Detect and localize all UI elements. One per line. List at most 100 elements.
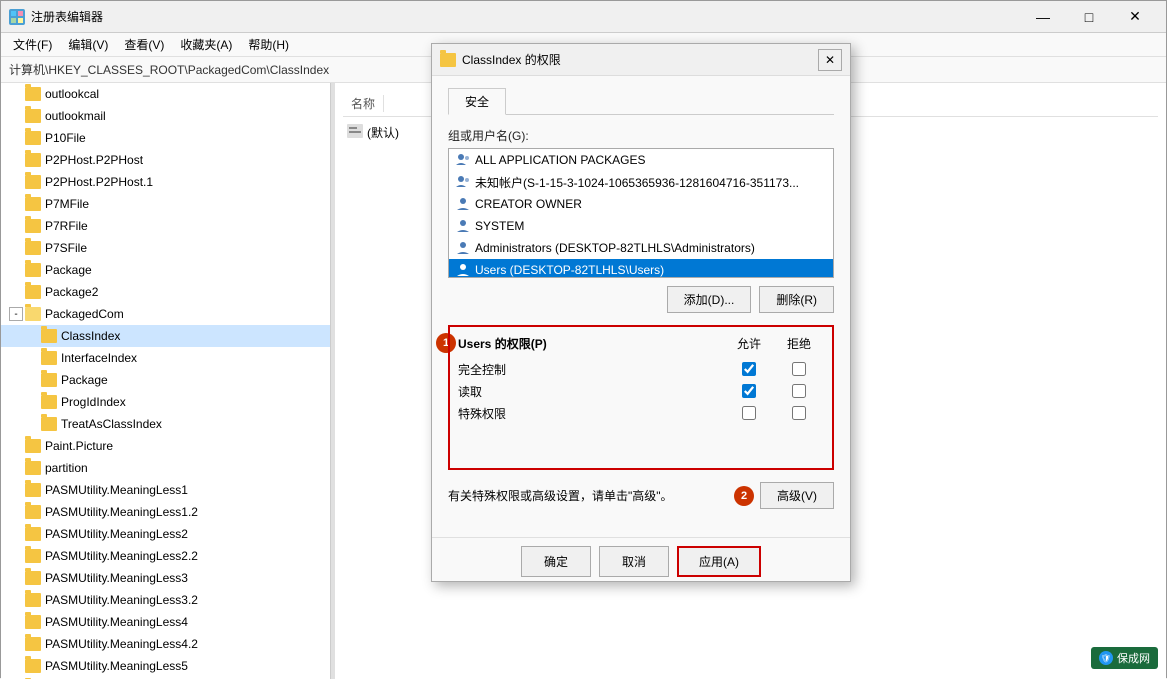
tree-item-classindex[interactable]: ClassIndex [1, 325, 330, 347]
user-item-administrators[interactable]: Administrators (DESKTOP-82TLHLS\Administ… [449, 237, 833, 259]
minimize-button[interactable]: — [1020, 1, 1066, 33]
user-icon [455, 240, 471, 256]
tree-item-pasm3[interactable]: PASMUtility.MeaningLess3 [1, 567, 330, 589]
perm-row-read: 读取 [458, 380, 824, 402]
menu-favorites[interactable]: 收藏夹(A) [172, 34, 240, 55]
user-action-buttons: 添加(D)... 删除(R) [448, 286, 834, 313]
user-label: Users (DESKTOP-82TLHLS\Users) [475, 263, 664, 277]
permissions-title: Users 的权限(P) [458, 335, 724, 352]
special-deny-input[interactable] [792, 406, 806, 420]
read-deny-checkbox[interactable] [774, 384, 824, 398]
dialog-folder-icon [440, 53, 456, 67]
folder-icon [25, 175, 41, 189]
apply-button[interactable]: 应用(A) [677, 546, 761, 577]
tree-item-pasm12[interactable]: PASMUtility.MeaningLess1.2 [1, 501, 330, 523]
user-item-all-app-packages[interactable]: ALL APPLICATION PACKAGES [449, 149, 833, 171]
cancel-button[interactable]: 取消 [599, 546, 669, 577]
user-label: 未知帐户(S-1-15-3-1024-1065365936-1281604716… [475, 174, 799, 191]
dialog-close-button[interactable]: ✕ [818, 49, 842, 71]
tree-item-p7mfile[interactable]: P7MFile [1, 193, 330, 215]
user-icon [455, 218, 471, 234]
tree-item-pasm2[interactable]: PASMUtility.MeaningLess2 [1, 523, 330, 545]
user-item-creator-owner[interactable]: CREATOR OWNER [449, 193, 833, 215]
dialog-tabs: 安全 [448, 88, 834, 115]
user-label: CREATOR OWNER [475, 197, 582, 211]
window-controls: — □ ✕ [1020, 1, 1158, 33]
special-allow-checkbox[interactable] [724, 406, 774, 420]
menu-help[interactable]: 帮助(H) [240, 34, 297, 55]
watermark-shield-icon: 🛡 [1099, 651, 1113, 665]
folder-icon [41, 329, 57, 343]
folder-icon [25, 527, 41, 541]
group-icon [455, 152, 471, 168]
tree-item-pasm1[interactable]: PASMUtility.MeaningLess1 [1, 479, 330, 501]
tree-item-package-child[interactable]: Package [1, 369, 330, 391]
read-allow-input[interactable] [742, 384, 756, 398]
special-allow-input[interactable] [742, 406, 756, 420]
fullcontrol-allow-input[interactable] [742, 362, 756, 376]
user-item-unknown[interactable]: 未知帐户(S-1-15-3-1024-1065365936-1281604716… [449, 171, 833, 193]
ok-button[interactable]: 确定 [521, 546, 591, 577]
tree-item-pasm5[interactable]: PASMUtility.MeaningLess5 [1, 655, 330, 677]
menu-file[interactable]: 文件(F) [5, 34, 60, 55]
tree-item-package[interactable]: Package [1, 259, 330, 281]
badge-2: 2 [734, 486, 754, 506]
perm-row-fullcontrol: 完全控制 [458, 358, 824, 380]
read-allow-checkbox[interactable] [724, 384, 774, 398]
user-item-users[interactable]: Users (DESKTOP-82TLHLS\Users) [449, 259, 833, 278]
tree-item-interfaceindex[interactable]: InterfaceIndex [1, 347, 330, 369]
tree-item-pasm42[interactable]: PASMUtility.MeaningLess4.2 [1, 633, 330, 655]
tree-item-pasm32[interactable]: PASMUtility.MeaningLess3.2 [1, 589, 330, 611]
maximize-button[interactable]: □ [1066, 1, 1112, 33]
folder-icon [25, 571, 41, 585]
expand-icon[interactable]: - [9, 307, 23, 321]
tree-item-p7rfile[interactable]: P7RFile [1, 215, 330, 237]
tree-item-p2phost[interactable]: P2PHost.P2PHost [1, 149, 330, 171]
folder-icon [25, 593, 41, 607]
tree-item-p10file[interactable]: P10File [1, 127, 330, 149]
special-deny-checkbox[interactable] [774, 406, 824, 420]
remove-button[interactable]: 删除(R) [759, 286, 834, 313]
dialog-footer: 确定 取消 应用(A) [432, 537, 850, 581]
tree-item-treatasclassindex[interactable]: TreatAsClassIndex [1, 413, 330, 435]
tree-item-packagedcom[interactable]: - PackagedCom [1, 303, 330, 325]
close-button[interactable]: ✕ [1112, 1, 1158, 33]
tab-security[interactable]: 安全 [448, 88, 506, 115]
read-deny-input[interactable] [792, 384, 806, 398]
perm-row-special: 特殊权限 [458, 402, 824, 424]
tree-item-p7sfile[interactable]: P7SFile [1, 237, 330, 259]
tree-item-outlookmail[interactable]: outlookmail [1, 105, 330, 127]
user-label: ALL APPLICATION PACKAGES [475, 153, 646, 167]
tree-item-package2[interactable]: Package2 [1, 281, 330, 303]
tree-item-progidindex[interactable]: ProgIdIndex [1, 391, 330, 413]
main-window: 注册表编辑器 — □ ✕ 文件(F) 编辑(V) 查看(V) 收藏夹(A) 帮助… [0, 0, 1167, 678]
tree-item-p2phost1[interactable]: P2PHost.P2PHost.1 [1, 171, 330, 193]
value-icon [347, 124, 363, 141]
folder-icon [25, 285, 41, 299]
fullcontrol-deny-checkbox[interactable] [774, 362, 824, 376]
menu-view[interactable]: 查看(V) [116, 34, 172, 55]
tree-item-pasm22[interactable]: PASMUtility.MeaningLess2.2 [1, 545, 330, 567]
allow-column-header: 允许 [724, 335, 774, 352]
folder-icon [25, 615, 41, 629]
folder-icon [41, 373, 57, 387]
tree-item-pasm4[interactable]: PASMUtility.MeaningLess4 [1, 611, 330, 633]
tree-item-outlookcal[interactable]: outlookcal [1, 83, 330, 105]
folder-icon [25, 549, 41, 563]
user-item-system[interactable]: SYSTEM [449, 215, 833, 237]
advanced-button[interactable]: 高级(V) [760, 482, 834, 509]
fullcontrol-deny-input[interactable] [792, 362, 806, 376]
fullcontrol-allow-checkbox[interactable] [724, 362, 774, 376]
menu-edit[interactable]: 编辑(V) [60, 34, 116, 55]
user-icon [455, 262, 471, 278]
folder-icon [25, 219, 41, 233]
window-title: 注册表编辑器 [31, 8, 1020, 25]
app-icon [9, 9, 25, 25]
deny-column-header: 拒绝 [774, 335, 824, 352]
add-button[interactable]: 添加(D)... [667, 286, 752, 313]
user-list[interactable]: ALL APPLICATION PACKAGES 未知帐户(S-1-15-3-1… [448, 148, 834, 278]
tree-item-paintpicture[interactable]: Paint.Picture [1, 435, 330, 457]
group-users-label: 组或用户名(G): [448, 127, 834, 144]
perm-label-special: 特殊权限 [458, 405, 724, 422]
tree-item-partition[interactable]: partition [1, 457, 330, 479]
